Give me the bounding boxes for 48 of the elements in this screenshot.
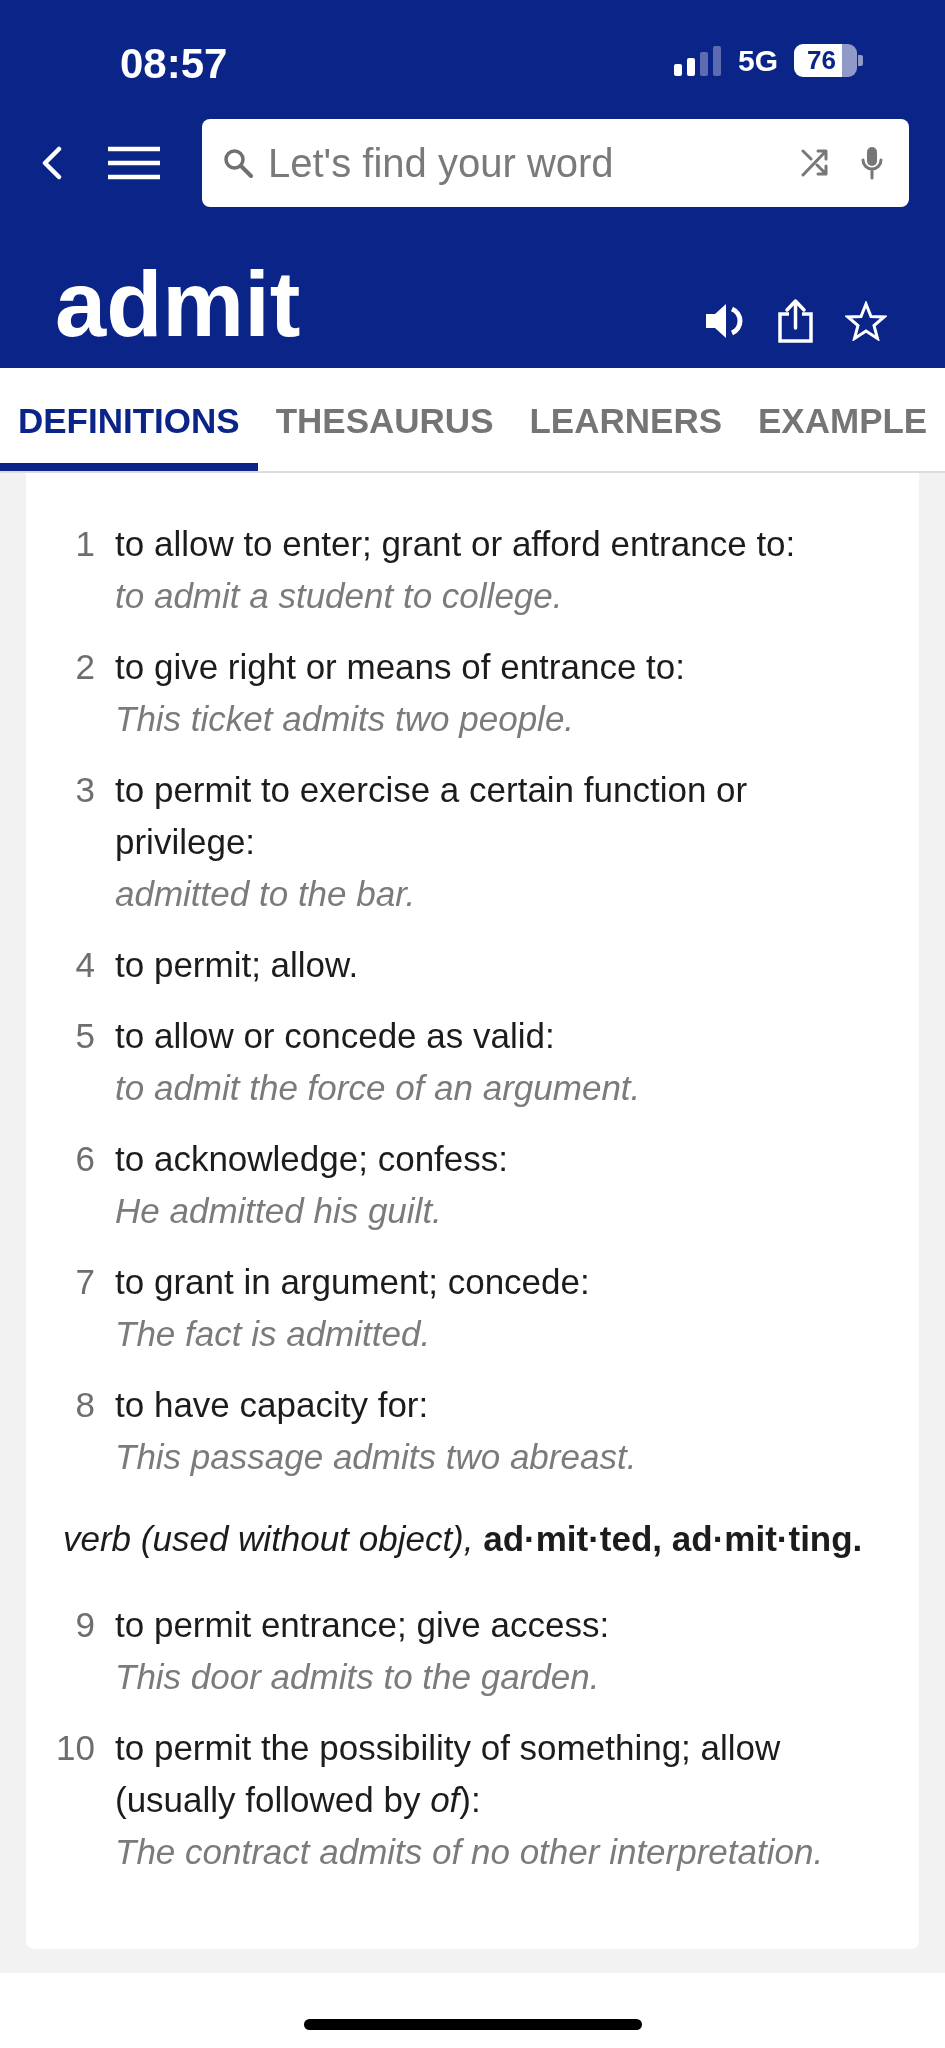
speaker-icon[interactable] <box>705 301 745 340</box>
menu-icon[interactable] <box>108 145 160 180</box>
sense-number: 8 <box>74 1384 95 1426</box>
signal-icon <box>673 45 722 76</box>
battery-indicator: 76 <box>794 44 863 77</box>
definition-text: to permit entrance; give access: <box>115 1604 611 1646</box>
definition-text: to allow or concede as valid: <box>115 1015 556 1057</box>
share-icon[interactable] <box>778 298 813 343</box>
sense-number: 10 <box>55 1727 95 1769</box>
example-sentence: This passage admits two abreast. <box>115 1436 638 1478</box>
sense-number: 4 <box>74 944 95 986</box>
sense-number: 5 <box>74 1015 95 1057</box>
back-icon[interactable] <box>41 145 63 180</box>
definition-text: to allow to enter; grant or afford entrance to: <box>115 523 797 565</box>
example-sentence: This ticket admits two people. <box>115 698 576 740</box>
example-sentence: The fact is admitted. <box>115 1313 432 1355</box>
sense-number: 1 <box>74 523 95 565</box>
definition-text: to permit the possibility of something; allow (usually followed by of): <box>115 1727 782 1821</box>
sense-number: 3 <box>74 769 95 811</box>
part-of-speech-line: verb (used without object), ad·mit·ted, ad·mit·ting. <box>63 1518 864 1560</box>
sense-number: 6 <box>74 1138 95 1180</box>
definition-text: to permit to exercise a certain function or privilege: <box>115 769 749 863</box>
definition-text: to have capacity for: <box>115 1384 430 1426</box>
sense-number: 2 <box>74 646 95 688</box>
shuffle-icon[interactable] <box>801 147 828 178</box>
definition-text: to permit; allow. <box>115 944 360 986</box>
example-sentence: This door admits to the garden. <box>115 1656 601 1698</box>
star-icon[interactable] <box>845 300 887 341</box>
search-icon <box>223 147 253 178</box>
definition-text: to grant in argument; concede: <box>115 1261 591 1303</box>
definition-text: to acknowledge; confess: <box>115 1138 509 1180</box>
example-sentence: to admit a student to college. <box>115 575 564 617</box>
search-bar[interactable]: Let's find your word <box>202 118 909 207</box>
network-label: 5G <box>737 44 778 77</box>
example-sentence: to admit the force of an argument. <box>115 1067 642 1109</box>
headword: admit <box>55 258 301 350</box>
sense-number: 7 <box>74 1261 95 1303</box>
tab[interactable]: EXAMPLE <box>740 368 945 471</box>
search-input[interactable]: Let's find your word <box>268 132 801 193</box>
microphone-icon[interactable] <box>860 145 884 180</box>
tab[interactable]: THESAURUS <box>257 368 512 471</box>
example-sentence: The contract admits of no other interpretation. <box>115 1831 825 1873</box>
example-sentence: He admitted his guilt. <box>115 1190 443 1232</box>
definition-text: to give right or means of entrance to: <box>115 646 687 688</box>
sense-number: 9 <box>74 1604 95 1646</box>
status-time: 08:57 <box>120 44 228 84</box>
example-sentence: admitted to the bar. <box>115 873 417 915</box>
tab[interactable]: LEARNERS <box>511 368 740 471</box>
